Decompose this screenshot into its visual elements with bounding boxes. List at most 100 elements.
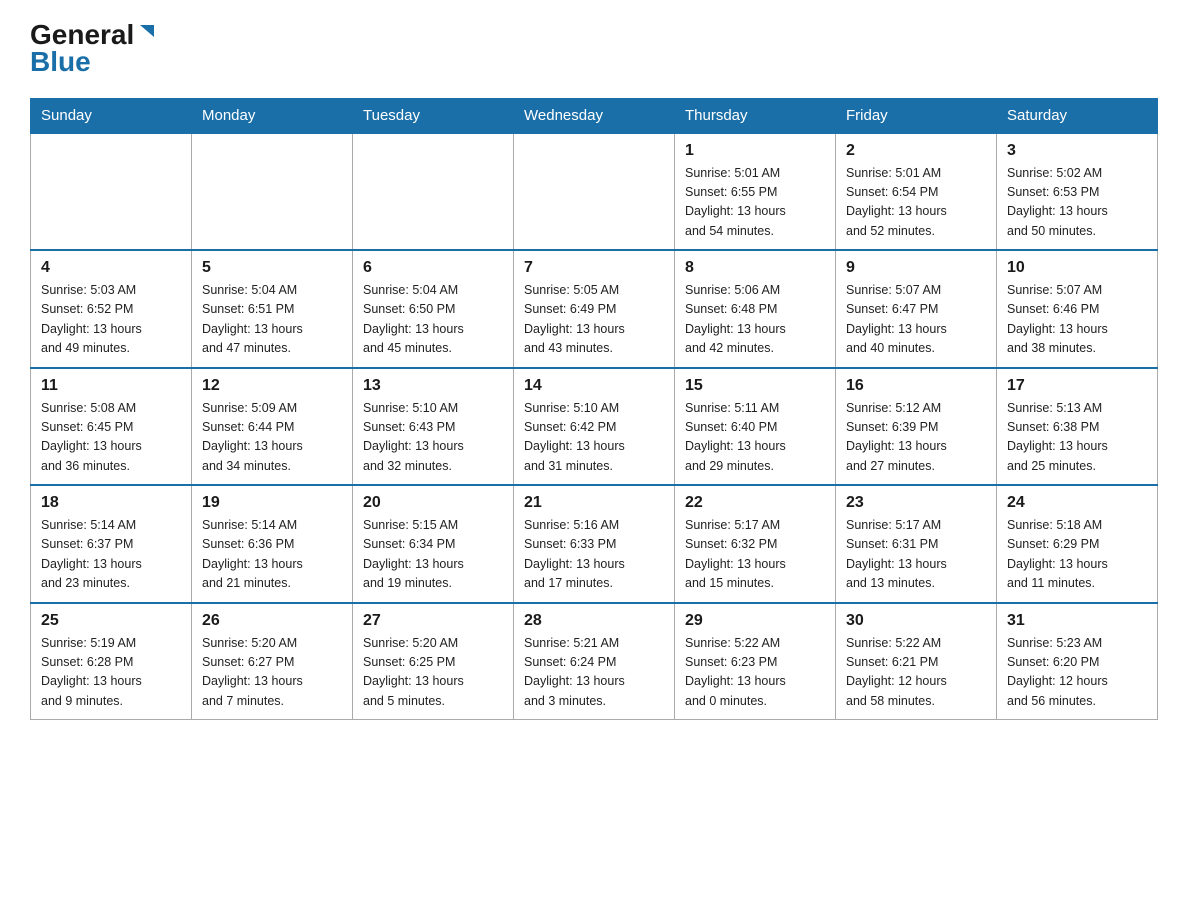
sun-info: Sunrise: 5:10 AMSunset: 6:43 PMDaylight:… [363, 399, 503, 477]
day-cell-23: 23 Sunrise: 5:17 AMSunset: 6:31 PMDayligh… [836, 485, 997, 603]
week-row-4: 18 Sunrise: 5:14 AMSunset: 6:37 PMDayligh… [31, 485, 1158, 603]
day-cell-14: 14 Sunrise: 5:10 AMSunset: 6:42 PMDayligh… [514, 368, 675, 486]
day-number: 14 [524, 377, 664, 395]
sun-info: Sunrise: 5:04 AMSunset: 6:50 PMDaylight:… [363, 281, 503, 359]
day-cell-10: 10 Sunrise: 5:07 AMSunset: 6:46 PMDayligh… [997, 250, 1158, 368]
sun-info: Sunrise: 5:20 AMSunset: 6:27 PMDaylight:… [202, 634, 342, 712]
sun-info: Sunrise: 5:22 AMSunset: 6:21 PMDaylight:… [846, 634, 986, 712]
sun-info: Sunrise: 5:12 AMSunset: 6:39 PMDaylight:… [846, 399, 986, 477]
day-number: 4 [41, 259, 181, 277]
day-number: 12 [202, 377, 342, 395]
day-cell-17: 17 Sunrise: 5:13 AMSunset: 6:38 PMDayligh… [997, 368, 1158, 486]
day-cell-18: 18 Sunrise: 5:14 AMSunset: 6:37 PMDayligh… [31, 485, 192, 603]
sun-info: Sunrise: 5:17 AMSunset: 6:32 PMDaylight:… [685, 516, 825, 594]
sun-info: Sunrise: 5:08 AMSunset: 6:45 PMDaylight:… [41, 399, 181, 477]
day-cell-16: 16 Sunrise: 5:12 AMSunset: 6:39 PMDayligh… [836, 368, 997, 486]
empty-cell [353, 133, 514, 251]
sun-info: Sunrise: 5:07 AMSunset: 6:46 PMDaylight:… [1007, 281, 1147, 359]
day-cell-27: 27 Sunrise: 5:20 AMSunset: 6:25 PMDayligh… [353, 603, 514, 720]
day-number: 23 [846, 494, 986, 512]
day-number: 10 [1007, 259, 1147, 277]
day-number: 27 [363, 612, 503, 630]
day-number: 29 [685, 612, 825, 630]
sun-info: Sunrise: 5:20 AMSunset: 6:25 PMDaylight:… [363, 634, 503, 712]
empty-cell [514, 133, 675, 251]
week-row-2: 4 Sunrise: 5:03 AMSunset: 6:52 PMDaylight… [31, 250, 1158, 368]
day-number: 30 [846, 612, 986, 630]
day-number: 16 [846, 377, 986, 395]
sun-info: Sunrise: 5:15 AMSunset: 6:34 PMDaylight:… [363, 516, 503, 594]
day-cell-26: 26 Sunrise: 5:20 AMSunset: 6:27 PMDayligh… [192, 603, 353, 720]
sun-info: Sunrise: 5:16 AMSunset: 6:33 PMDaylight:… [524, 516, 664, 594]
day-cell-3: 3Sunrise: 5:02 AMSunset: 6:53 PMDaylight… [997, 133, 1158, 251]
day-cell-31: 31Sunrise: 5:23 AMSunset: 6:20 PMDayligh… [997, 603, 1158, 720]
day-number: 8 [685, 259, 825, 277]
weekday-header-saturday: Saturday [997, 98, 1158, 133]
sun-info: Sunrise: 5:10 AMSunset: 6:42 PMDaylight:… [524, 399, 664, 477]
day-cell-12: 12 Sunrise: 5:09 AMSunset: 6:44 PMDayligh… [192, 368, 353, 486]
day-cell-5: 5 Sunrise: 5:04 AMSunset: 6:51 PMDaylight… [192, 250, 353, 368]
day-number: 2 [846, 142, 986, 160]
day-cell-29: 29 Sunrise: 5:22 AMSunset: 6:23 PMDayligh… [675, 603, 836, 720]
sun-info: Sunrise: 5:01 AMSunset: 6:55 PMDaylight:… [685, 164, 825, 242]
day-cell-11: 11 Sunrise: 5:08 AMSunset: 6:45 PMDayligh… [31, 368, 192, 486]
day-cell-9: 9 Sunrise: 5:07 AMSunset: 6:47 PMDaylight… [836, 250, 997, 368]
week-row-3: 11 Sunrise: 5:08 AMSunset: 6:45 PMDayligh… [31, 368, 1158, 486]
day-number: 11 [41, 377, 181, 395]
sun-info: Sunrise: 5:14 AMSunset: 6:36 PMDaylight:… [202, 516, 342, 594]
day-cell-19: 19Sunrise: 5:14 AMSunset: 6:36 PMDayligh… [192, 485, 353, 603]
day-number: 28 [524, 612, 664, 630]
empty-cell [31, 133, 192, 251]
weekday-header-row: SundayMondayTuesdayWednesdayThursdayFrid… [31, 98, 1158, 133]
day-number: 20 [363, 494, 503, 512]
logo: General Blue [30, 20, 158, 78]
day-cell-2: 2Sunrise: 5:01 AMSunset: 6:54 PMDaylight… [836, 133, 997, 251]
empty-cell [192, 133, 353, 251]
day-cell-13: 13 Sunrise: 5:10 AMSunset: 6:43 PMDayligh… [353, 368, 514, 486]
day-number: 7 [524, 259, 664, 277]
logo-blue-text: Blue [30, 47, 91, 78]
week-row-1: 1 Sunrise: 5:01 AMSunset: 6:55 PMDaylight… [31, 133, 1158, 251]
day-number: 26 [202, 612, 342, 630]
sun-info: Sunrise: 5:13 AMSunset: 6:38 PMDaylight:… [1007, 399, 1147, 477]
day-number: 3 [1007, 142, 1147, 160]
sun-info: Sunrise: 5:09 AMSunset: 6:44 PMDaylight:… [202, 399, 342, 477]
day-cell-22: 22 Sunrise: 5:17 AMSunset: 6:32 PMDayligh… [675, 485, 836, 603]
logo-icon [136, 21, 158, 43]
day-number: 13 [363, 377, 503, 395]
sun-info: Sunrise: 5:03 AMSunset: 6:52 PMDaylight:… [41, 281, 181, 359]
day-cell-4: 4 Sunrise: 5:03 AMSunset: 6:52 PMDaylight… [31, 250, 192, 368]
sun-info: Sunrise: 5:14 AMSunset: 6:37 PMDaylight:… [41, 516, 181, 594]
day-cell-15: 15 Sunrise: 5:11 AMSunset: 6:40 PMDayligh… [675, 368, 836, 486]
day-number: 18 [41, 494, 181, 512]
weekday-header-thursday: Thursday [675, 98, 836, 133]
sun-info: Sunrise: 5:04 AMSunset: 6:51 PMDaylight:… [202, 281, 342, 359]
day-cell-8: 8 Sunrise: 5:06 AMSunset: 6:48 PMDaylight… [675, 250, 836, 368]
day-cell-25: 25Sunrise: 5:19 AMSunset: 6:28 PMDayligh… [31, 603, 192, 720]
day-number: 22 [685, 494, 825, 512]
week-row-5: 25Sunrise: 5:19 AMSunset: 6:28 PMDayligh… [31, 603, 1158, 720]
sun-info: Sunrise: 5:06 AMSunset: 6:48 PMDaylight:… [685, 281, 825, 359]
day-number: 9 [846, 259, 986, 277]
day-cell-7: 7 Sunrise: 5:05 AMSunset: 6:49 PMDaylight… [514, 250, 675, 368]
weekday-header-sunday: Sunday [31, 98, 192, 133]
day-number: 21 [524, 494, 664, 512]
weekday-header-friday: Friday [836, 98, 997, 133]
day-number: 17 [1007, 377, 1147, 395]
day-number: 31 [1007, 612, 1147, 630]
sun-info: Sunrise: 5:21 AMSunset: 6:24 PMDaylight:… [524, 634, 664, 712]
page-header: General Blue [30, 20, 1158, 78]
day-number: 1 [685, 142, 825, 160]
day-number: 5 [202, 259, 342, 277]
sun-info: Sunrise: 5:22 AMSunset: 6:23 PMDaylight:… [685, 634, 825, 712]
sun-info: Sunrise: 5:05 AMSunset: 6:49 PMDaylight:… [524, 281, 664, 359]
day-number: 15 [685, 377, 825, 395]
sun-info: Sunrise: 5:17 AMSunset: 6:31 PMDaylight:… [846, 516, 986, 594]
sun-info: Sunrise: 5:11 AMSunset: 6:40 PMDaylight:… [685, 399, 825, 477]
weekday-header-wednesday: Wednesday [514, 98, 675, 133]
sun-info: Sunrise: 5:18 AMSunset: 6:29 PMDaylight:… [1007, 516, 1147, 594]
sun-info: Sunrise: 5:07 AMSunset: 6:47 PMDaylight:… [846, 281, 986, 359]
day-cell-20: 20 Sunrise: 5:15 AMSunset: 6:34 PMDayligh… [353, 485, 514, 603]
weekday-header-monday: Monday [192, 98, 353, 133]
day-cell-21: 21 Sunrise: 5:16 AMSunset: 6:33 PMDayligh… [514, 485, 675, 603]
